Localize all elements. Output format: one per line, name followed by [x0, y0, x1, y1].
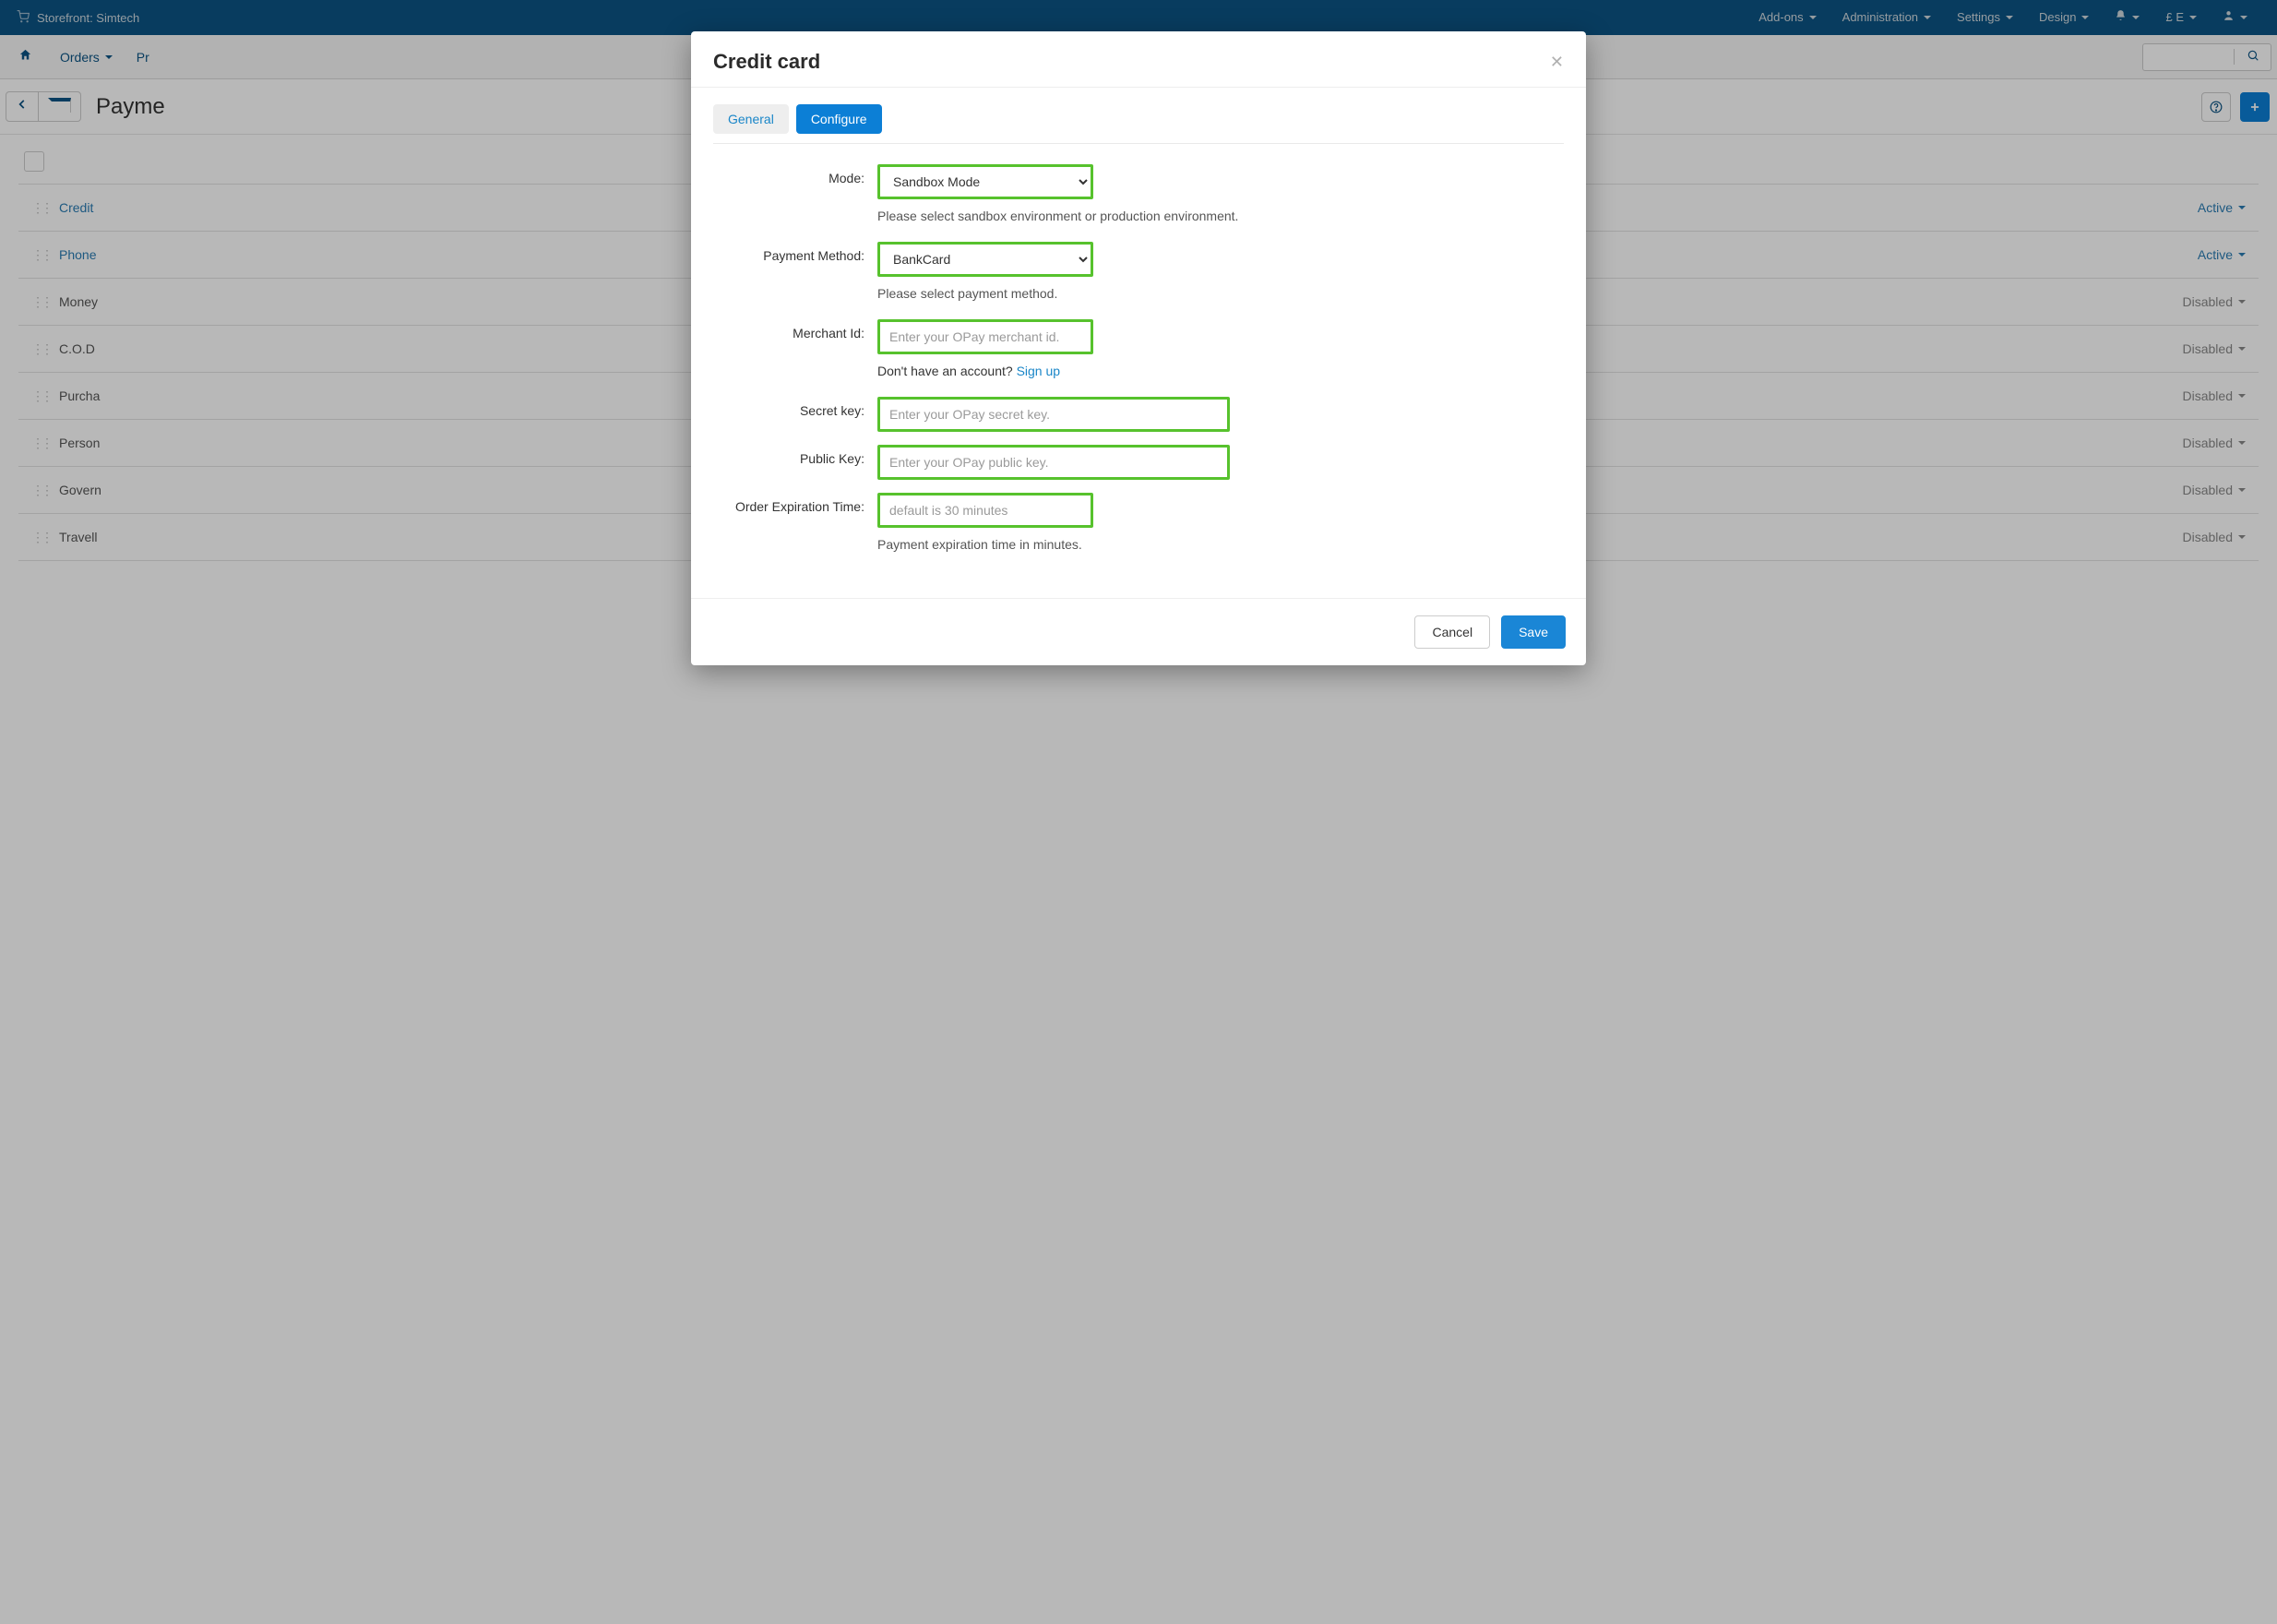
order-expiration-input[interactable] — [877, 493, 1093, 528]
hint-order-expiration: Payment expiration time in minutes. — [877, 537, 1564, 552]
label-secret-key: Secret key: — [713, 397, 877, 418]
modal-title: Credit card — [713, 50, 820, 74]
signup-hint: Don't have an account? Sign up — [877, 364, 1564, 378]
label-public-key: Public Key: — [713, 445, 877, 466]
payment-method-select[interactable]: BankCard — [877, 242, 1093, 277]
save-button[interactable]: Save — [1501, 615, 1566, 649]
tab-configure[interactable]: Configure — [796, 104, 882, 134]
secret-key-input[interactable] — [877, 397, 1230, 432]
mode-select[interactable]: Sandbox Mode — [877, 164, 1093, 199]
label-mode: Mode: — [713, 164, 877, 185]
public-key-input[interactable] — [877, 445, 1230, 480]
credit-card-modal: Credit card ✕ General Configure Mode: Sa… — [691, 31, 1586, 665]
modal-tabs: General Configure — [713, 104, 1564, 134]
close-icon[interactable]: ✕ — [1550, 53, 1564, 72]
label-merchant-id: Merchant Id: — [713, 319, 877, 340]
label-payment-method: Payment Method: — [713, 242, 877, 263]
label-order-expiration: Order Expiration Time: — [713, 493, 877, 514]
merchant-id-input[interactable] — [877, 319, 1093, 354]
modal-overlay: Credit card ✕ General Configure Mode: Sa… — [0, 0, 2277, 1624]
hint-payment-method: Please select payment method. — [877, 286, 1564, 301]
tab-general[interactable]: General — [713, 104, 789, 134]
signup-link[interactable]: Sign up — [1017, 364, 1060, 378]
cancel-button[interactable]: Cancel — [1414, 615, 1490, 649]
hint-mode: Please select sandbox environment or pro… — [877, 209, 1564, 223]
